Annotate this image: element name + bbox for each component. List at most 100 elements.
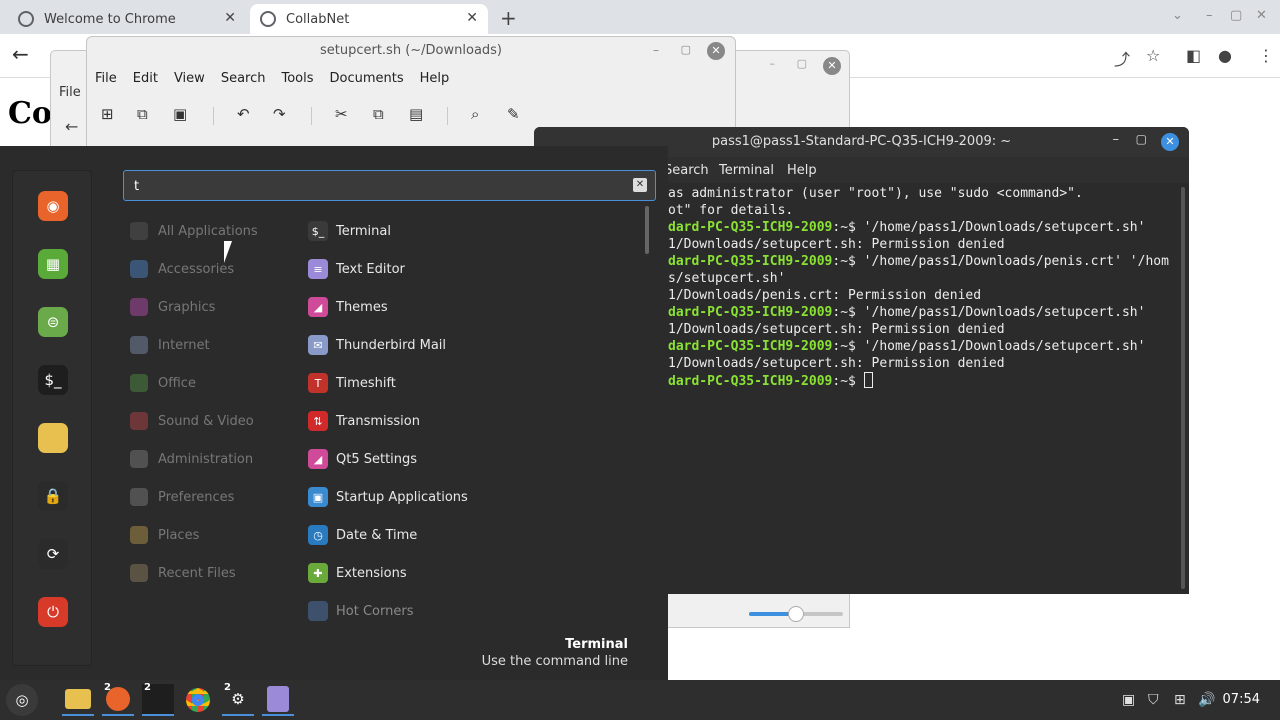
close-icon[interactable]: ✕ xyxy=(707,42,725,60)
folder-icon[interactable] xyxy=(62,684,94,716)
app-item[interactable]: ◢ Themes xyxy=(308,294,638,320)
clock[interactable]: 07:54 xyxy=(1223,692,1260,707)
app-item[interactable]: ✉ Thunderbird Mail xyxy=(308,332,638,358)
category-item[interactable]: Preferences xyxy=(130,484,290,510)
tab-collabnet[interactable]: CollabNet ✕ xyxy=(250,4,488,34)
menu-help[interactable]: Help xyxy=(420,71,450,86)
category-item[interactable]: All Applications xyxy=(130,218,290,244)
share-icon[interactable]: ⤴ xyxy=(1114,46,1130,70)
firefox-icon[interactable]: ◉ xyxy=(38,191,68,221)
volume-slider[interactable] xyxy=(749,606,843,622)
app-item[interactable]: ◷ Date & Time xyxy=(308,522,638,548)
category-item[interactable]: Office xyxy=(130,370,290,396)
close-icon[interactable]: ✕ xyxy=(1161,133,1179,151)
star-icon[interactable]: ☆ xyxy=(1146,46,1160,65)
paste-icon[interactable]: ▤ xyxy=(409,105,423,123)
app-item[interactable]: ⇅ Transmission xyxy=(308,408,638,434)
menu-documents[interactable]: Documents xyxy=(330,71,404,86)
minimize-icon[interactable]: – xyxy=(653,43,659,57)
tab-close-icon[interactable]: ✕ xyxy=(224,10,236,26)
search-input[interactable] xyxy=(134,176,614,196)
terminal-output[interactable]: as administrator (user "root"), use "sud… xyxy=(668,185,1180,585)
clock-icon: ◷ xyxy=(308,525,328,545)
plus-icon[interactable]: + xyxy=(500,6,517,30)
category-item[interactable]: Places xyxy=(130,522,290,548)
terminal-prompt: dard-PC-Q35-ICH9-2009 xyxy=(668,220,833,235)
menu-file[interactable]: File xyxy=(95,71,117,86)
category-item[interactable]: Administration xyxy=(130,446,290,472)
text-editor-icon[interactable] xyxy=(262,684,294,716)
menu-search[interactable]: Search xyxy=(664,163,709,178)
save-icon[interactable]: ▣ xyxy=(173,105,187,123)
more-menu-icon[interactable]: ⋮ xyxy=(1258,46,1274,65)
chevron-down-icon[interactable]: ⌄ xyxy=(1172,8,1183,23)
maximize-icon[interactable]: ▢ xyxy=(1136,132,1147,146)
minimize-icon[interactable]: – xyxy=(770,57,776,70)
search-box[interactable]: ✕ xyxy=(123,170,656,201)
close-icon[interactable]: ✕ xyxy=(823,57,841,75)
logout-icon[interactable]: ⟳ xyxy=(38,539,68,569)
app-label: Text Editor xyxy=(336,261,405,277)
minimize-icon[interactable]: – xyxy=(1113,132,1120,147)
category-item[interactable]: Accessories xyxy=(130,256,290,282)
close-icon[interactable]: ✕ xyxy=(1256,8,1267,23)
settings-toggle-icon[interactable]: ⊜ xyxy=(38,307,68,337)
undo-icon[interactable]: ↶ xyxy=(237,105,250,123)
menu-file[interactable]: File xyxy=(59,85,81,100)
tab-close-icon[interactable]: ✕ xyxy=(466,10,478,26)
app-item[interactable]: Hot Corners xyxy=(308,598,638,624)
settings-gear-icon[interactable]: 2 ⚙ xyxy=(222,682,254,716)
copy-icon[interactable]: ⧉ xyxy=(373,105,384,123)
category-item[interactable]: Graphics xyxy=(130,294,290,320)
volume-icon[interactable]: 🔊 xyxy=(1198,692,1215,708)
category-label: Sound & Video xyxy=(158,413,254,429)
app-item[interactable]: ▣ Startup Applications xyxy=(308,484,638,510)
minimize-icon[interactable]: – xyxy=(1206,8,1213,23)
profile-icon[interactable]: ● xyxy=(1218,46,1232,65)
menu-view[interactable]: View xyxy=(174,71,205,86)
folder-icon[interactable] xyxy=(38,423,68,453)
back-arrow-icon[interactable]: ← xyxy=(12,42,29,66)
terminal-icon[interactable]: 2 xyxy=(142,682,174,716)
search-icon[interactable]: ⌕ xyxy=(471,105,479,123)
chrome-icon[interactable] xyxy=(182,684,214,716)
maximize-icon[interactable]: ▢ xyxy=(1230,8,1242,23)
redo-icon[interactable]: ↷ xyxy=(273,105,286,123)
app-item[interactable]: ≡ Text Editor xyxy=(308,256,638,282)
network-icon[interactable]: ⊞ xyxy=(1174,692,1186,708)
editor-toolbar: ⊞ ⧉ ▣ ↶ ↷ ✂ ⧉ ▤ ⌕ ✎ xyxy=(101,105,541,127)
clear-search-icon[interactable]: ✕ xyxy=(633,178,647,192)
tab-welcome-to-chrome[interactable]: Welcome to Chrome ✕ xyxy=(8,4,246,34)
new-document-icon[interactable]: ⊞ xyxy=(101,105,114,123)
app-item[interactable]: ◢ Qt5 Settings xyxy=(308,446,638,472)
maximize-icon[interactable]: ▢ xyxy=(797,57,807,70)
maximize-icon[interactable]: ▢ xyxy=(681,43,691,56)
category-item[interactable]: Sound & Video xyxy=(130,408,290,434)
menu-tools[interactable]: Tools xyxy=(281,71,313,86)
menu-terminal[interactable]: Terminal xyxy=(719,163,774,178)
app-item[interactable]: $_ Terminal xyxy=(308,218,638,244)
terminal-scrollbar[interactable] xyxy=(1181,187,1185,589)
app-item[interactable]: T Timeshift xyxy=(308,370,638,396)
clipboard-icon[interactable]: ▣ xyxy=(1122,692,1135,708)
category-item[interactable]: Internet xyxy=(130,332,290,358)
menu-help[interactable]: Help xyxy=(787,163,817,178)
slider-knob[interactable] xyxy=(788,606,804,622)
mint-menu-icon[interactable]: ◎ xyxy=(6,684,38,716)
terminal-icon[interactable]: $_ xyxy=(38,365,68,395)
shield-icon[interactable]: ⛉ xyxy=(1148,692,1159,708)
firefox-icon[interactable]: 2 xyxy=(102,682,134,716)
side-panel-icon[interactable]: ◧ xyxy=(1186,46,1201,65)
replace-icon[interactable]: ✎ xyxy=(507,105,520,123)
lock-icon[interactable]: 🔒 xyxy=(38,481,68,511)
menu-search[interactable]: Search xyxy=(221,71,266,86)
menu-edit[interactable]: Edit xyxy=(133,71,158,86)
power-icon[interactable]: ⏻ xyxy=(38,597,68,627)
open-document-icon[interactable]: ⧉ xyxy=(137,105,148,123)
back-arrow-icon[interactable]: ← xyxy=(65,117,78,136)
menu-scrollbar[interactable] xyxy=(645,206,649,254)
cut-icon[interactable]: ✂ xyxy=(335,105,348,123)
app-item[interactable]: ✚ Extensions xyxy=(308,560,638,586)
software-manager-icon[interactable]: ▦ xyxy=(38,249,68,279)
category-item[interactable]: Recent Files xyxy=(130,560,290,586)
